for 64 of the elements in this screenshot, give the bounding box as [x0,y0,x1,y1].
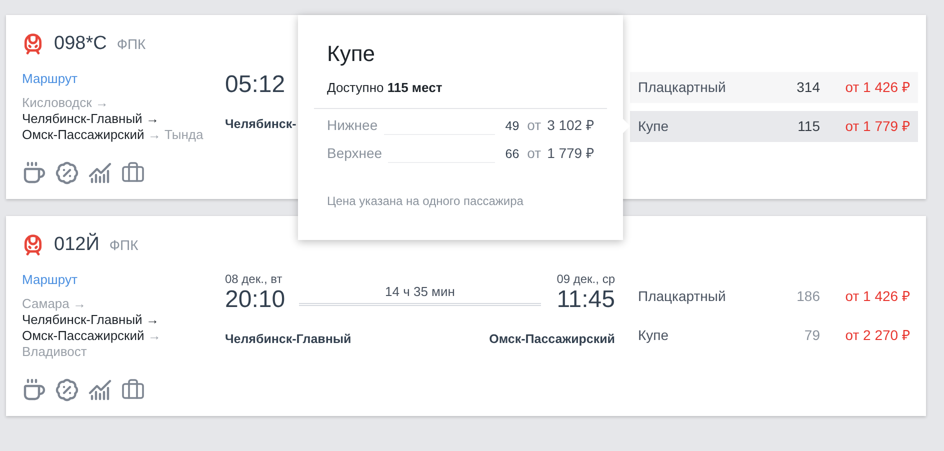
departure-station: Челябинск- [225,116,296,133]
route-stop: Владивост [22,344,87,359]
seat-price: от 1 426 ₽ [844,287,910,306]
seat-class-name: Купе [638,326,670,345]
seat-count: 186 [796,287,820,306]
route-stop: Тында [164,127,204,142]
seat-class-row[interactable]: Купе 115 от 1 779 ₽ [630,111,918,142]
seat-count: 79 [804,326,820,345]
percent-badge-icon [55,378,79,402]
arrival-station: Омск-Пассажирский [489,331,615,348]
seat-class-row[interactable]: Плацкартный 186 от 1 426 ₽ [630,281,918,312]
route-stop: Челябинск-Главный [22,111,142,126]
availability-text: Доступно 115 мест [327,79,444,97]
route-arrow: → [148,328,161,343]
route-arrow: → [73,296,86,311]
departure-date: 08 дек., вт [225,272,284,286]
route-arrow: → [146,312,159,327]
seat-class-name: Купе [638,117,670,136]
route-arrow: → [148,127,161,142]
route-stop: Челябинск-Главный [22,312,142,327]
berth-name: Нижнее [327,116,378,134]
route-stop: Омск-Пассажирский [22,328,144,343]
growth-chart-icon [88,378,112,402]
price-prefix: от [527,116,542,134]
berth-count: 49 [505,118,520,135]
train-icon [22,33,44,55]
trip-duration: 14 ч 35 мин [385,284,455,300]
briefcase-icon [121,378,145,402]
arrival-date: 09 дек., ср [556,272,615,286]
route-stop: Самара [22,296,70,311]
train-number: 098*С [54,32,107,56]
seat-count: 115 [798,117,820,136]
berth-count: 66 [505,146,520,163]
growth-chart-icon [88,161,112,185]
price-note: Цена указана на одного пассажира [327,192,524,210]
berth-price: 3 102 ₽ [547,116,594,134]
price-prefix: от [527,144,542,162]
seat-price: от 2 270 ₽ [844,326,910,345]
route-arrow: → [146,111,159,126]
route-arrow: → [95,95,108,110]
departure-time: 05:12 [225,71,286,99]
departure-station: Челябинск-Главный [225,331,352,348]
berth-name: Верхнее [327,144,382,163]
route-stop: Омск-Пассажирский [22,127,144,142]
briefcase-icon [121,161,145,185]
seat-price: от 1 779 ₽ [844,117,910,136]
train-icon [22,234,44,256]
departure-time: 20:10 [225,286,286,314]
seat-price: от 1 426 ₽ [844,78,910,97]
arrival-time: 11:45 [556,286,615,314]
percent-badge-icon [55,161,79,185]
seat-class-name: Плацкартный [638,78,727,97]
carrier-name: ФПК [109,236,138,254]
seat-class-row[interactable]: Купе 79 от 2 270 ₽ [630,320,918,351]
seat-class-name: Плацкартный [638,287,727,306]
carrier-name: ФПК [116,34,146,54]
train-number: 012Й [54,232,100,257]
seat-count: 314 [796,78,820,97]
popup-title: Купе [327,40,376,68]
route-stop: Кисловодск [22,95,92,110]
coffee-cup-icon [22,378,46,402]
coffee-cup-icon [22,161,46,185]
seat-class-row[interactable]: Плацкартный 314 от 1 426 ₽ [630,72,918,103]
berth-price: 1 779 ₽ [547,144,594,162]
